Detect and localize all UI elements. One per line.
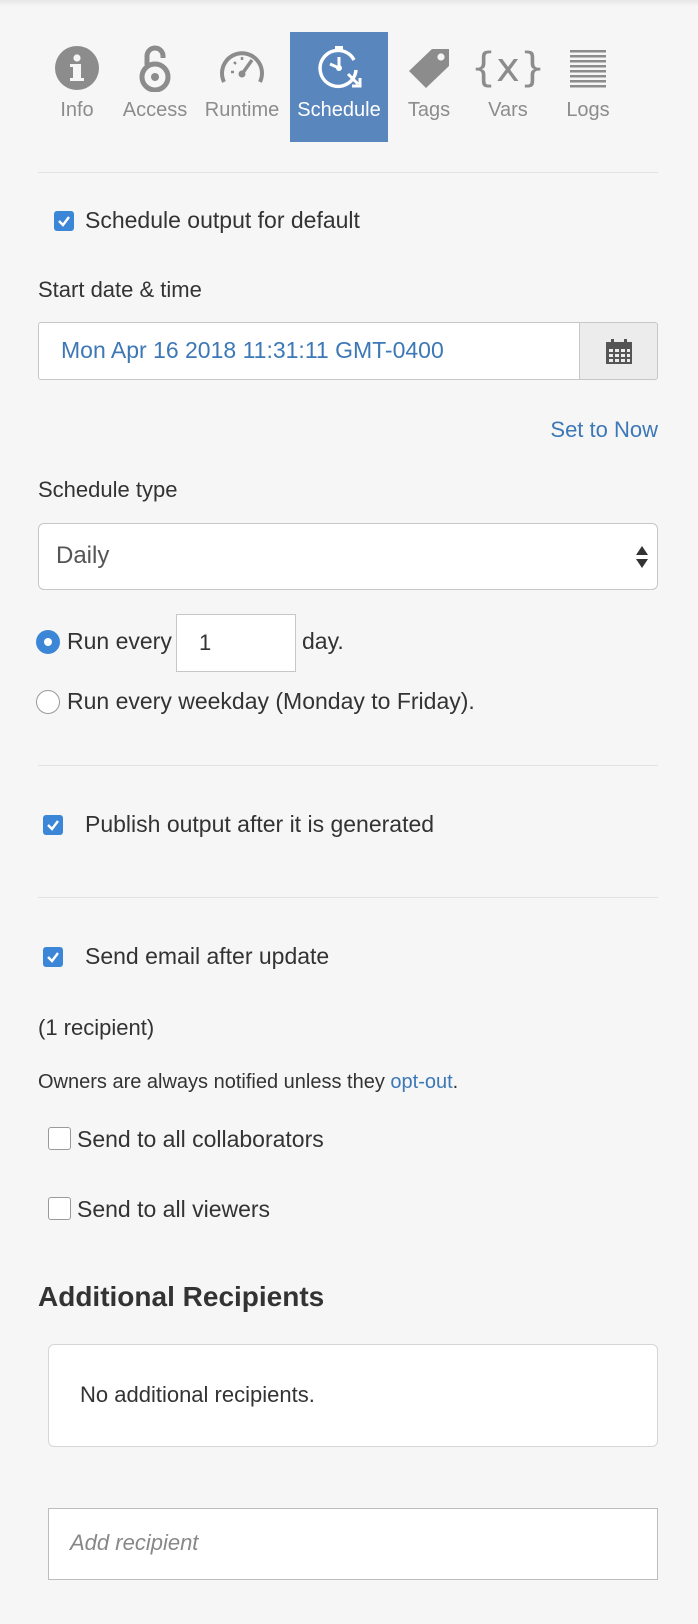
set-to-now-link[interactable]: Set to Now: [550, 417, 658, 443]
start-date-label: Start date & time: [38, 277, 202, 302]
select-arrows-icon: [636, 546, 648, 568]
tab-label: Vars: [488, 99, 528, 121]
run-every-suffix: day.: [302, 628, 344, 654]
no-recipients-text: No additional recipients.: [80, 1382, 315, 1407]
add-recipient-placeholder: Add recipient: [70, 1530, 199, 1555]
recipient-count: (1 recipient): [38, 1015, 155, 1040]
tab-label: Schedule: [297, 99, 381, 121]
start-date-value: Mon Apr 16 2018 11:31:11 GMT-0400: [61, 337, 444, 363]
collaborators-checkbox[interactable]: [48, 1127, 71, 1150]
tab-label: Info: [60, 99, 94, 121]
add-recipient-input[interactable]: Add recipient: [48, 1508, 658, 1580]
run-every-label: Run every: [67, 628, 172, 654]
tab-access[interactable]: Access: [116, 32, 194, 142]
schedule-output-label: Schedule output for default: [85, 207, 360, 233]
tab-info[interactable]: Info: [38, 32, 116, 142]
viewers-label: Send to all viewers: [77, 1196, 271, 1222]
tab-bar: Info Access Runtime Schedule Tags {x} Va…: [38, 32, 658, 142]
logs-icon: [546, 42, 630, 94]
info-icon: [38, 42, 116, 94]
tab-label: Logs: [566, 99, 610, 121]
tab-vars[interactable]: {x} Vars: [470, 32, 546, 142]
calendar-button[interactable]: [579, 322, 658, 380]
publish-label: Publish output after it is generated: [85, 811, 435, 837]
weekday-radio[interactable]: [36, 690, 60, 714]
run-every-value: 1: [199, 630, 212, 655]
recipients-list: No additional recipients.: [48, 1344, 658, 1447]
publish-checkbox[interactable]: [43, 815, 63, 835]
divider: [38, 172, 658, 173]
calendar-icon: [606, 339, 632, 364]
weekday-label: Run every weekday (Monday to Friday).: [67, 688, 475, 714]
tab-label: Runtime: [204, 99, 280, 121]
tab-schedule[interactable]: Schedule: [290, 32, 388, 142]
opt-out-link[interactable]: opt-out: [390, 1071, 452, 1093]
schedule-type-select[interactable]: Daily: [38, 523, 658, 590]
tab-runtime[interactable]: Runtime: [194, 32, 290, 142]
tab-logs[interactable]: Logs: [546, 32, 630, 142]
variables-icon: {x}: [470, 45, 546, 91]
owners-note-text: Owners are always notified unless they: [38, 1071, 391, 1093]
send-email-label: Send email after update: [85, 943, 330, 969]
additional-recipients-heading: Additional Recipients: [38, 1281, 325, 1312]
run-every-input[interactable]: 1: [176, 614, 296, 672]
check-icon: [58, 216, 70, 227]
tab-label: Access: [122, 99, 188, 121]
start-date-input[interactable]: Mon Apr 16 2018 11:31:11 GMT-0400: [38, 322, 581, 380]
gauge-icon: [194, 42, 290, 94]
clock-icon: [290, 42, 388, 94]
schedule-output-checkbox[interactable]: [54, 211, 74, 231]
owners-note: Owners are always notified unless they o…: [38, 1071, 458, 1094]
schedule-type-label: Schedule type: [38, 477, 178, 502]
tag-icon: [388, 42, 470, 94]
lock-icon: [116, 42, 194, 94]
divider: [38, 897, 658, 898]
viewers-checkbox[interactable]: [48, 1197, 71, 1220]
tab-tags[interactable]: Tags: [388, 32, 470, 142]
tab-label: Tags: [407, 99, 451, 121]
divider: [38, 765, 658, 766]
collaborators-label: Send to all collaborators: [77, 1126, 324, 1152]
check-icon: [47, 952, 59, 963]
owners-note-period: .: [452, 1071, 459, 1093]
schedule-type-value: Daily: [56, 542, 110, 569]
send-email-checkbox[interactable]: [43, 947, 63, 967]
check-icon: [47, 820, 59, 831]
top-shadow: [0, 0, 698, 6]
run-every-radio[interactable]: [36, 630, 60, 654]
